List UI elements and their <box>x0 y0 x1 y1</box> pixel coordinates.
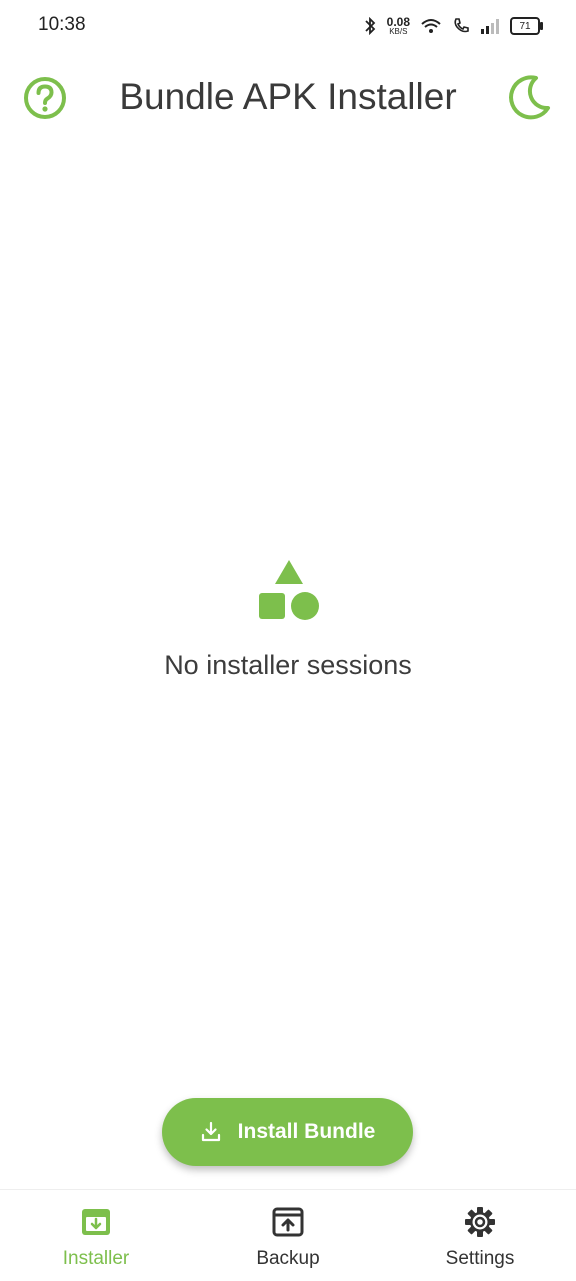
nav-item-backup[interactable]: Backup <box>192 1190 384 1281</box>
page-title: Bundle APK Installer <box>119 76 457 117</box>
nav-item-settings[interactable]: Settings <box>384 1190 576 1281</box>
moon-icon[interactable] <box>506 74 552 120</box>
download-icon <box>201 1121 220 1142</box>
install-bundle-label: Install Bundle <box>237 1120 376 1143</box>
bottom-nav: Installer Backup Settings <box>0 1189 576 1281</box>
nav-label-settings: Settings <box>445 1248 515 1269</box>
signal-icon <box>481 19 499 34</box>
nav-item-installer[interactable]: Installer <box>0 1190 192 1281</box>
battery-icon: 71 <box>510 17 543 35</box>
nav-label-installer: Installer <box>62 1248 130 1269</box>
network-speed: 0.08 KB/S <box>387 16 410 36</box>
wifi-icon <box>421 19 441 33</box>
status-time: 10:38 <box>38 14 86 35</box>
status-icons: 0.08 KB/S 71 <box>363 12 543 40</box>
backup-icon <box>272 1207 304 1237</box>
install-bundle-button[interactable]: Install Bundle <box>162 1098 413 1166</box>
installer-icon <box>82 1209 110 1235</box>
status-bar: 10:38 0.08 KB/S 71 <box>0 0 576 52</box>
shapes-icon <box>259 560 319 620</box>
call-icon <box>454 18 469 33</box>
network-speed-unit: KB/S <box>389 27 408 36</box>
empty-state-message: No installer sessions <box>164 650 412 680</box>
app-header: Bundle APK Installer <box>0 62 576 134</box>
bluetooth-icon <box>365 17 375 35</box>
gear-icon <box>465 1207 495 1237</box>
nav-label-backup: Backup <box>256 1248 320 1269</box>
battery-level: 71 <box>519 20 531 32</box>
